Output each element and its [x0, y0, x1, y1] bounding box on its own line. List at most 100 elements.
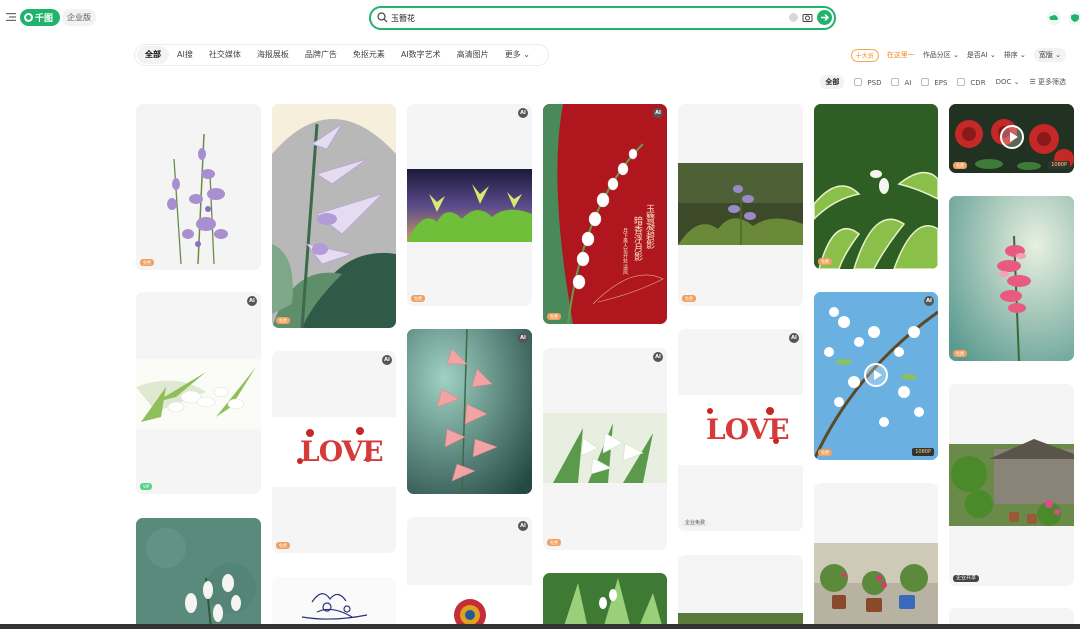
search-input[interactable]	[391, 11, 771, 25]
shield-vip-icon[interactable]	[1068, 11, 1080, 25]
result-card[interactable]: AI 1080P 免费	[814, 292, 938, 460]
card-image	[678, 163, 803, 245]
result-card[interactable]: AI LOVE 企业免费	[678, 329, 803, 531]
result-card[interactable]: AI	[407, 329, 532, 494]
format-doc-dropdown[interactable]: DOC ⌄	[996, 78, 1020, 86]
result-card[interactable]: 免费	[814, 104, 938, 269]
result-card[interactable]: 免费	[136, 104, 261, 270]
card-image	[272, 104, 396, 328]
card-image	[407, 329, 532, 494]
ai-badge: AI	[518, 521, 528, 531]
free-tag: 免费	[818, 449, 832, 456]
search-submit-button[interactable]	[817, 10, 832, 25]
format-psd-label: PSD	[867, 78, 882, 87]
ten-badge[interactable]: 十大员	[850, 48, 879, 62]
tab-png-elements[interactable]: 免抠元素	[345, 46, 393, 64]
result-card[interactable]	[678, 555, 803, 629]
ai-badge: AI	[924, 296, 934, 306]
site-logo[interactable]: 千图	[20, 9, 60, 26]
format-filter-bar: 全部 PSD AI EPS CDR DOC ⌄ ☰ 更多筛选	[820, 75, 1066, 89]
result-card[interactable]: AI LOVE 免费	[272, 351, 396, 553]
cloud-upload-icon[interactable]	[1047, 11, 1061, 25]
result-card[interactable]: 免费	[678, 104, 803, 306]
card-image	[543, 413, 667, 483]
format-eps[interactable]: EPS	[921, 77, 947, 87]
is-ai-label: 是否AI	[966, 51, 988, 59]
ai-badge: AI	[789, 333, 799, 343]
result-card[interactable]: AI 玉簪凝碧影 暗香浮月影 月下美人花开处 清风 免费	[543, 104, 667, 324]
result-card[interactable]	[543, 573, 667, 629]
card-image	[136, 518, 261, 629]
bottom-scrollbar[interactable]	[0, 624, 1080, 629]
card-image	[167, 133, 228, 265]
result-card[interactable]: AI 免费	[543, 348, 667, 550]
ai-badge: AI	[518, 333, 528, 343]
works-category-dropdown[interactable]: 作品分区 ⌄	[923, 50, 959, 60]
tab-hd-photos[interactable]: 高清图片	[449, 46, 497, 64]
format-psd[interactable]: PSD	[854, 77, 882, 87]
format-all[interactable]: 全部	[820, 75, 845, 89]
free-tag: 免费	[547, 539, 561, 546]
arrow-right-icon	[821, 13, 830, 22]
poem-line-1: 玉簪凝碧影	[644, 204, 654, 249]
category-bar: 全部 AI搜 社交媒体 海报展板 品牌广告 免抠元素 AI数字艺术 高清图片 更…	[134, 44, 549, 66]
chevron-down-icon: ⌄	[952, 51, 959, 59]
ai-badge: AI	[518, 108, 528, 118]
result-card[interactable]	[814, 483, 938, 629]
vip-tag: VIP	[140, 483, 153, 490]
free-tag: 免费	[547, 313, 561, 320]
resolution-badge: 1080P	[1048, 161, 1070, 169]
checkbox-icon	[921, 77, 930, 86]
free-tag: 免费	[953, 162, 967, 169]
free-tag: 免费	[276, 542, 290, 549]
result-card[interactable]: 企业共享	[949, 384, 1074, 586]
tab-poster[interactable]: 海报展板	[249, 46, 297, 64]
love-text: LOVE	[300, 435, 384, 468]
menu-icon[interactable]	[6, 13, 16, 21]
search-bar[interactable]	[369, 6, 836, 30]
card-image	[949, 196, 1074, 361]
tab-ai-art[interactable]: AI数字艺术	[393, 46, 449, 64]
promo-slogan[interactable]: 在这里一	[887, 50, 915, 60]
more-filters-button[interactable]: ☰ 更多筛选	[1029, 77, 1066, 87]
result-card[interactable]: AI VIP	[136, 292, 261, 494]
result-card[interactable]: 1080P 免费	[949, 104, 1074, 173]
result-card[interactable]	[272, 577, 396, 629]
tab-more[interactable]: 更多 ⌄	[497, 46, 538, 64]
result-card[interactable]: 免费	[949, 196, 1074, 361]
free-tag: 免费	[818, 258, 832, 265]
layout-dropdown[interactable]: 宽版 ⌄	[1033, 48, 1066, 62]
camera-search-icon[interactable]	[802, 12, 813, 23]
chevron-down-icon: ⌄	[1020, 51, 1026, 59]
card-image	[678, 613, 803, 629]
clear-icon[interactable]	[789, 13, 798, 22]
checkbox-icon	[957, 77, 966, 86]
card-image	[543, 573, 667, 629]
card-image	[814, 104, 938, 269]
tab-social-media[interactable]: 社交媒体	[201, 46, 249, 64]
chevron-down-icon: ⌄	[1055, 51, 1061, 59]
enterprise-badge[interactable]: 企业版	[62, 9, 96, 26]
tab-brand-ad[interactable]: 品牌广告	[297, 46, 345, 64]
checkbox-icon	[891, 77, 900, 86]
filter-bar: 十大员 在这里一 作品分区 ⌄ 是否AI ⌄ 排序 ⌄ 宽版 ⌄	[850, 48, 1066, 62]
tab-ai-search[interactable]: AI搜	[169, 46, 201, 64]
result-card[interactable]	[136, 518, 261, 629]
card-image	[814, 543, 938, 629]
free-tag: 免费	[276, 317, 290, 324]
free-tag: 免费	[953, 350, 967, 357]
tab-more-label: 更多	[504, 50, 521, 59]
sort-dropdown[interactable]: 排序 ⌄	[1004, 50, 1026, 60]
chevron-down-icon: ⌄	[1013, 78, 1020, 86]
result-card[interactable]: AI	[407, 517, 532, 629]
format-ai[interactable]: AI	[891, 77, 911, 87]
play-video-icon[interactable]	[1000, 125, 1024, 149]
result-card[interactable]: 免费	[272, 104, 396, 328]
free-tag: 免费	[682, 295, 696, 302]
search-icon	[377, 12, 388, 23]
format-cdr[interactable]: CDR	[957, 77, 986, 87]
is-ai-dropdown[interactable]: 是否AI ⌄	[967, 50, 996, 60]
result-card[interactable]: AI 免费	[407, 104, 532, 306]
play-video-icon[interactable]	[864, 363, 888, 387]
tab-all[interactable]: 全部	[137, 46, 169, 64]
